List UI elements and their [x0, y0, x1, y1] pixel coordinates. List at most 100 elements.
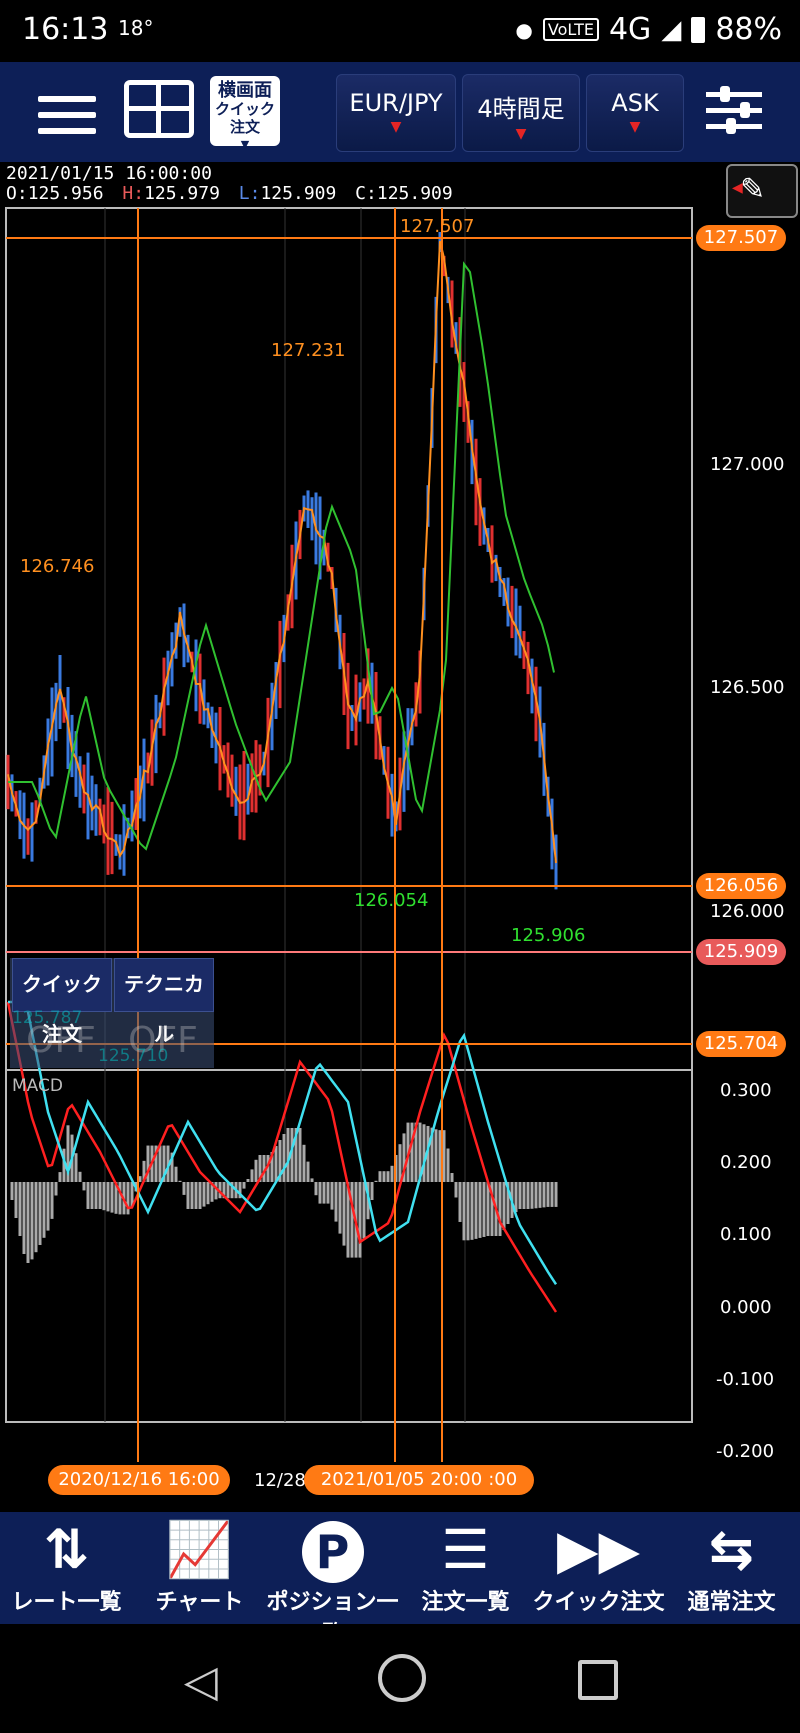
- histogram-bar: [174, 1166, 178, 1182]
- histogram-bar: [466, 1182, 470, 1241]
- pair-select-button[interactable]: EUR/JPY ▼: [336, 74, 456, 152]
- histogram-bar: [522, 1182, 526, 1209]
- histogram-bar: [274, 1146, 278, 1182]
- histogram-bar: [390, 1165, 394, 1182]
- macd-axis-4: -0.100: [716, 1369, 775, 1390]
- date-tag-right: 2021/01/05 20:00:00: [304, 1465, 534, 1495]
- histogram-bar: [86, 1182, 90, 1209]
- axis-label-127000: 127.000: [710, 454, 785, 475]
- hidden-price-1: 125.787: [12, 1008, 83, 1028]
- dropdown-arrow-icon: ▼: [515, 126, 527, 142]
- histogram-bar: [38, 1182, 42, 1245]
- normal-order-icon: ⇆: [708, 1518, 755, 1581]
- histogram-bar: [78, 1171, 82, 1182]
- nav-label: 注文一覧: [421, 1590, 510, 1615]
- price-tag-current: 125.909: [696, 939, 786, 965]
- histogram-bar: [302, 1144, 306, 1182]
- histogram-bar: [502, 1182, 506, 1230]
- hamburger-icon[interactable]: [38, 96, 96, 144]
- home-icon[interactable]: [378, 1654, 426, 1702]
- peak-label-3: 126.746: [20, 556, 95, 577]
- clock: 16:13: [22, 12, 109, 47]
- histogram-bar: [26, 1182, 30, 1263]
- histogram-bar: [446, 1148, 450, 1182]
- histogram-bar: [398, 1144, 402, 1182]
- histogram-bar: [50, 1182, 54, 1219]
- dot-icon: ●: [515, 17, 533, 42]
- macd-label: MACD: [12, 1076, 63, 1096]
- histogram-bar: [454, 1182, 458, 1198]
- histogram-bar: [246, 1179, 250, 1182]
- histogram-bar: [22, 1182, 26, 1254]
- histogram-bar: [10, 1182, 14, 1200]
- battery-percent: 88%: [715, 12, 782, 47]
- axis-label-126500: 126.500: [710, 677, 785, 698]
- price-type-select-button[interactable]: ASK ▼: [586, 74, 684, 152]
- histogram-bar: [422, 1124, 426, 1182]
- price-tag-mid: 126.056: [696, 873, 786, 899]
- grid-lines: [104, 208, 466, 1422]
- macd-axis-0: 0.300: [720, 1080, 772, 1101]
- signal-icon: ◢: [661, 14, 682, 45]
- status-bar: 16:13 18° ● VoLTE 4G ◢ 88%: [0, 0, 800, 62]
- histogram-bar: [382, 1171, 386, 1182]
- histogram-bar: [310, 1178, 314, 1182]
- trough-label-green: 126.054: [354, 890, 429, 911]
- peak-label-2: 127.231: [271, 340, 346, 361]
- histogram-bar: [54, 1182, 58, 1196]
- price-tag-low: 125.704: [696, 1031, 786, 1057]
- histogram-bar: [374, 1180, 378, 1182]
- chart-icon: 📈: [165, 1518, 234, 1581]
- histogram-bar: [462, 1182, 466, 1241]
- histogram-bar: [470, 1182, 474, 1240]
- dropdown-arrow-icon: ▼: [390, 119, 402, 135]
- timeframe-label: 4時間足: [477, 95, 565, 123]
- technical-toggle[interactable]: テクニカル: [114, 958, 214, 1046]
- histogram-bar: [202, 1182, 206, 1207]
- histogram-bar: [498, 1182, 502, 1236]
- histogram-bar: [118, 1182, 122, 1215]
- histogram-bar: [242, 1182, 246, 1189]
- macd-axis-2: 0.100: [720, 1224, 772, 1245]
- nav-chart[interactable]: 📈 チャート: [133, 1512, 266, 1624]
- histogram-bar: [534, 1182, 538, 1209]
- macd-axis-5: -0.200: [716, 1441, 775, 1462]
- histogram-bar: [322, 1182, 326, 1204]
- back-icon[interactable]: ◁: [184, 1656, 218, 1707]
- histogram-bar: [58, 1172, 62, 1182]
- system-nav: ◁: [0, 1624, 800, 1733]
- recents-icon[interactable]: [578, 1660, 618, 1700]
- histogram-bar: [178, 1180, 182, 1182]
- landscape-label: 横画面: [218, 80, 272, 101]
- date-tick-mid: 12/28: [254, 1470, 306, 1491]
- histogram-bar: [186, 1182, 190, 1209]
- timeframe-select-button[interactable]: 4時間足 ▼: [462, 74, 580, 152]
- histogram-bar: [554, 1182, 558, 1207]
- chevron-down-icon: ▼: [240, 138, 250, 151]
- histogram-bar: [350, 1182, 354, 1258]
- nav-order-list[interactable]: ☰ 注文一覧: [399, 1512, 532, 1624]
- histogram-bar: [90, 1182, 94, 1209]
- grid-layout-icon[interactable]: [124, 80, 194, 138]
- nav-quick-order[interactable]: ▶▶ クイック注文: [532, 1512, 665, 1624]
- nav-normal-order[interactable]: ⇆ 通常注文: [665, 1512, 798, 1624]
- histogram-bar: [410, 1122, 414, 1182]
- landscape-quick-order-button[interactable]: 横画面 クイック注文 ▼: [210, 76, 280, 151]
- histogram-bar: [386, 1171, 390, 1182]
- nav-label: クイック注文: [532, 1590, 665, 1615]
- price-chart[interactable]: [0, 162, 800, 1512]
- nav-label: レート一覧: [11, 1590, 122, 1615]
- nav-position[interactable]: P ポジション一覧: [266, 1512, 399, 1647]
- quick-order-toggle[interactable]: クイック注文: [12, 958, 112, 1046]
- histogram-bar: [110, 1182, 114, 1213]
- sliders-icon[interactable]: [706, 82, 762, 138]
- date-tag-left: 2020/12/16 16:00: [48, 1465, 230, 1495]
- order-list-icon: ☰: [441, 1518, 490, 1581]
- histogram-bar: [254, 1159, 258, 1182]
- date-tag-right-text: 2021/01/05 20:00: [320, 1469, 483, 1490]
- status-icons: ● VoLTE 4G ◢ 88%: [515, 12, 782, 47]
- quick-order-label: クイック注文: [214, 100, 275, 136]
- histogram-bar: [74, 1153, 78, 1182]
- histogram-bar: [550, 1182, 554, 1207]
- nav-rate-list[interactable]: ⇅ レート一覧: [0, 1512, 133, 1624]
